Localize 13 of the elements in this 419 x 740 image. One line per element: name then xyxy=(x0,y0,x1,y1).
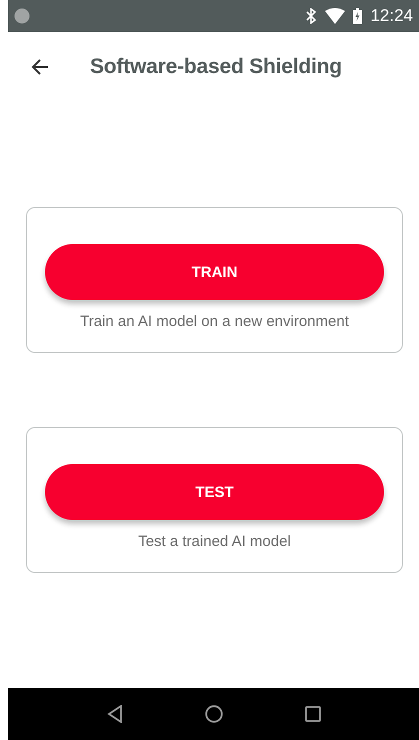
notification-dot-icon xyxy=(14,8,30,24)
page-title: Software-based Shielding xyxy=(90,55,342,79)
clock-time: 12:24 xyxy=(370,6,413,26)
action-button[interactable]: TRAIN xyxy=(45,244,384,300)
action-description: Test a trained AI model xyxy=(138,533,291,550)
wifi-icon xyxy=(325,8,346,24)
back-icon[interactable] xyxy=(106,705,122,723)
battery-icon xyxy=(353,8,362,24)
bluetooth-icon xyxy=(305,8,318,24)
action-button[interactable]: TEST xyxy=(45,464,384,520)
action-description: Train an AI model on a new environment xyxy=(80,313,349,330)
home-icon[interactable] xyxy=(204,705,222,723)
recents-icon[interactable] xyxy=(304,706,320,722)
